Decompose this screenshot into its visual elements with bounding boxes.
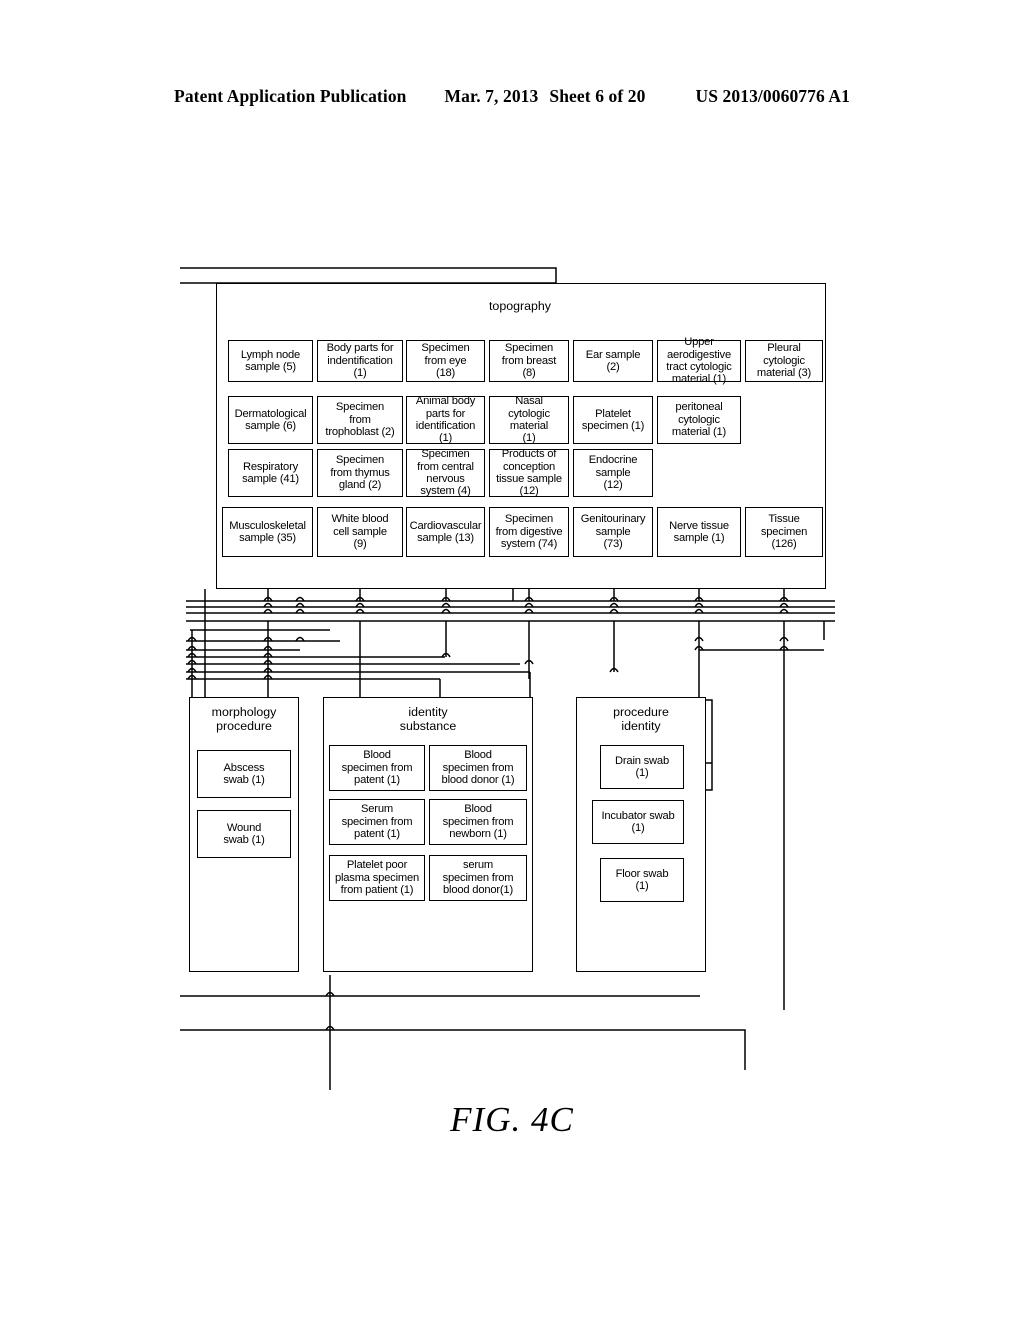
topography-node[interactable]: Specimen from digestive system (74) [489,507,569,557]
topography-node[interactable]: Upper aerodigestive tract cytologic materia… [657,336,741,385]
topography-node[interactable]: Specimen from thymus gland (2) [317,449,403,497]
topography-node[interactable]: Animal body parts for identification (1) [406,395,485,444]
topography-node[interactable]: Tissue specimen (126) [745,507,823,557]
topography-node[interactable]: Specimen from eye (18) [406,340,485,382]
procedure-identity-title: procedure identity [613,705,669,733]
procedure-node[interactable]: Incubator swab (1) [592,800,684,844]
morphology-node[interactable]: Wound swab (1) [197,810,291,858]
procedure-node[interactable]: Floor swab (1) [600,858,684,902]
topography-node[interactable]: Products of conception tissue sample (12) [489,448,569,497]
topography-node[interactable]: Dermatological sample (6) [228,396,313,444]
topography-node[interactable]: Specimen from central nervous system (4) [406,448,485,497]
topography-node[interactable]: Respiratory sample (41) [228,449,313,497]
identity-substance-title: identity substance [399,705,457,733]
topography-node[interactable]: Lymph node sample (5) [228,340,313,382]
topography-node[interactable]: Pleural cytologic material (3) [745,340,823,382]
topography-title: topography [488,299,551,313]
topography-node[interactable]: Specimen from breast (8) [489,340,569,382]
identity-node[interactable]: Blood specimen from blood donor (1) [429,745,527,791]
identity-node[interactable]: Serum specimen from patent (1) [329,799,425,845]
topography-node[interactable]: Ear sample (2) [573,340,653,382]
topography-node[interactable]: White blood cell sample (9) [317,507,403,557]
identity-node[interactable]: Blood specimen from newborn (1) [429,799,527,845]
identity-node[interactable]: serum specimen from blood donor(1) [429,855,527,901]
topography-node[interactable]: peritoneal cytologic material (1) [657,396,741,444]
topography-node[interactable]: Musculoskeletal sample (35) [222,507,313,557]
figure-label: FIG. 4C [450,1100,574,1139]
morphology-procedure-title: morphology procedure [211,705,277,733]
patent-figure-4c: topography Lymph node sample (5) Body par… [0,0,1024,1320]
topography-node[interactable]: Body parts for indentification (1) [317,340,403,382]
topography-node[interactable]: Endocrine sample (12) [573,449,653,497]
topography-node[interactable]: Specimen from trophoblast (2) [317,396,403,444]
topography-node[interactable]: Platelet specimen (1) [573,396,653,444]
topography-node[interactable]: Cardiovascular sample (13) [406,507,485,557]
morphology-node[interactable]: Abscess swab (1) [197,750,291,798]
identity-node[interactable]: Platelet poor plasma specimen from patient… [329,855,425,901]
procedure-node[interactable]: Drain swab (1) [600,745,684,789]
identity-node[interactable]: Blood specimen from patent (1) [329,745,425,791]
topography-node[interactable]: Genitourinary sample (73) [573,507,653,557]
topography-node[interactable]: Nerve tissue sample (1) [657,507,741,557]
topography-node[interactable]: Nasal cytologic material (1) [489,395,569,444]
